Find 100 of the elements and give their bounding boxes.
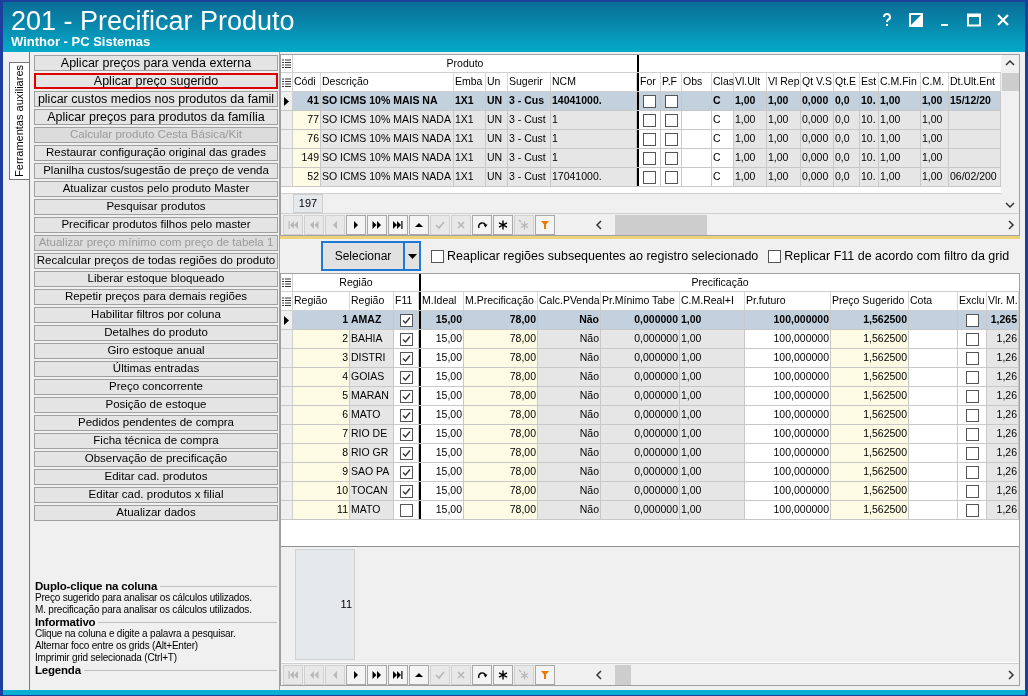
filter-button[interactable]	[535, 664, 555, 685]
select-button[interactable]: Selecionar	[321, 241, 405, 271]
column-header[interactable]: Sugerir	[508, 73, 551, 91]
scroll-up-icon[interactable]	[1005, 59, 1015, 67]
scrollbar-thumb[interactable]	[615, 664, 631, 685]
theme-icon[interactable]	[908, 12, 924, 28]
column-header[interactable]: Descrição	[321, 73, 454, 91]
scroll-left-icon[interactable]	[595, 669, 603, 680]
tool-button[interactable]: Atualizar dados	[34, 505, 278, 521]
column-menu-icon[interactable]	[282, 77, 291, 87]
column-header[interactable]: P.F	[661, 73, 682, 91]
tool-button[interactable]: Aplicar preços para produtos da família	[34, 109, 278, 125]
tool-button[interactable]: Recalcular preços de todas regiões do produto	[34, 253, 278, 269]
column-header[interactable]: Cota	[909, 292, 958, 310]
checkbox[interactable]	[965, 351, 979, 365]
checkbox[interactable]	[965, 427, 979, 441]
checkbox[interactable]	[965, 484, 979, 498]
column-header[interactable]: Pr.Mínimo Tabe	[601, 292, 680, 310]
checkbox[interactable]	[643, 113, 656, 127]
column-menu-icon[interactable]	[282, 59, 291, 68]
tool-button[interactable]: Observação de precificação	[34, 451, 278, 467]
checkbox[interactable]	[664, 94, 678, 108]
table-row[interactable]: 41 SO ICMS 10% MAIS NA 1X1 UN 3 - Cus 14041000. C 1,00 1,00 0,000 0,0 10. 1,00 1,00 15/12/20	[281, 92, 1001, 111]
tool-button[interactable]: Ficha técnica de compra	[34, 433, 278, 449]
column-header[interactable]: Qt.E	[834, 73, 860, 91]
scroll-right-icon[interactable]	[1007, 669, 1015, 680]
last-record-button[interactable]	[388, 214, 408, 235]
close-icon[interactable]	[995, 12, 1011, 28]
column-header[interactable]: Qt V.S	[801, 73, 834, 91]
tool-button[interactable]: Aplicar preços para venda externa	[34, 55, 278, 71]
option-label[interactable]: Replicar F11 de acordo com filtro da grid	[784, 246, 1010, 266]
table-row[interactable]: 5 MARAN 15,00 78,00 Não 0,000000 1,00 100,000000 1,562500 1,26	[281, 387, 1019, 406]
column-header[interactable]: Un	[486, 73, 508, 91]
tool-button[interactable]: Últimas entradas	[34, 361, 278, 377]
column-header[interactable]: C.M.	[921, 73, 949, 91]
tool-button[interactable]: Detalhes do produto	[34, 325, 278, 341]
column-header[interactable]: Est	[860, 73, 879, 91]
column-header[interactable]: Vlr. M.	[987, 292, 1019, 310]
column-header[interactable]: Clas	[712, 73, 734, 91]
checkbox[interactable]	[965, 332, 979, 346]
checkbox[interactable]	[965, 389, 979, 403]
checkbox[interactable]	[643, 170, 656, 184]
vertical-scrollbar[interactable]	[1001, 55, 1019, 213]
tool-button[interactable]: Editar cad. produtos	[34, 469, 278, 485]
edit-record-button[interactable]	[409, 214, 429, 235]
checkbox[interactable]	[399, 484, 413, 498]
scroll-right-icon[interactable]	[1007, 219, 1015, 230]
checkbox[interactable]	[399, 408, 413, 422]
column-header[interactable]: Vl.Ult	[734, 73, 767, 91]
checkbox[interactable]	[399, 313, 413, 327]
tool-button[interactable]: plicar custos medios nos produtos da famil	[34, 91, 278, 107]
checkbox[interactable]	[431, 249, 444, 263]
tool-button[interactable]: Aplicar preço sugerido	[34, 73, 278, 89]
checkbox[interactable]	[664, 151, 678, 165]
column-header[interactable]: For	[639, 73, 661, 91]
checkbox[interactable]	[768, 249, 782, 263]
tool-button[interactable]: Repetir preços para demais regiões	[34, 289, 278, 305]
checkbox[interactable]	[643, 151, 656, 165]
column-header[interactable]: C.M.Real+I	[680, 292, 745, 310]
checkbox[interactable]	[965, 503, 979, 517]
checkbox[interactable]	[965, 408, 979, 422]
column-header[interactable]: C.M.Fin	[879, 73, 921, 91]
next-record-button[interactable]	[346, 664, 366, 685]
side-tab[interactable]: Ferramentas auxiliares	[9, 62, 29, 180]
table-row[interactable]: 1 AMAZ 15,00 78,00 Não 0,000000 1,00 100,000000 1,562500 1,265	[281, 311, 1019, 330]
checkbox[interactable]	[664, 113, 678, 127]
column-header[interactable]: Obs	[682, 73, 712, 91]
table-row[interactable]: 7 RIO DE 15,00 78,00 Não 0,000000 1,00 100,000000 1,562500 1,26	[281, 425, 1019, 444]
table-row[interactable]: 4 GOIAS 15,00 78,00 Não 0,000000 1,00 100,000000 1,562500 1,26	[281, 368, 1019, 387]
column-header[interactable]: Emba	[454, 73, 486, 91]
checkbox[interactable]	[399, 351, 413, 365]
next-page-button[interactable]	[367, 664, 387, 685]
edit-record-button[interactable]	[409, 664, 429, 685]
table-row[interactable]: 2 BAHIA 15,00 78,00 Não 0,000000 1,00 100,000000 1,562500 1,26	[281, 330, 1019, 349]
last-record-button[interactable]	[388, 664, 408, 685]
tool-button[interactable]: Preço concorrente	[34, 379, 278, 395]
column-header[interactable]: M.Precificação	[464, 292, 538, 310]
maximize-icon[interactable]	[966, 12, 982, 28]
scrollbar-thumb[interactable]	[615, 214, 707, 235]
scroll-left-icon[interactable]	[595, 219, 603, 230]
scrollbar-thumb[interactable]	[1001, 73, 1019, 91]
column-header[interactable]: M.Ideal	[421, 292, 464, 310]
tool-button[interactable]: Atualizar custos pelo produto Master	[34, 181, 278, 197]
table-row[interactable]: 11 MATO 15,00 78,00 Não 0,000000 1,00 100,000000 1,562500 1,26	[281, 501, 1019, 520]
tool-button[interactable]: Giro estoque anual	[34, 343, 278, 359]
checkbox[interactable]	[965, 446, 979, 460]
column-menu-icon[interactable]	[282, 278, 291, 287]
checkbox[interactable]	[965, 465, 979, 479]
column-header[interactable]: Exclu	[958, 292, 987, 310]
column-header[interactable]: Códi	[293, 73, 321, 91]
tool-button[interactable]: Liberar estoque bloqueado	[34, 271, 278, 287]
table-row[interactable]: 3 DISTRI 15,00 78,00 Não 0,000000 1,00 100,000000 1,562500 1,26	[281, 349, 1019, 368]
checkbox[interactable]	[399, 465, 413, 479]
column-header[interactable]: Região	[293, 292, 350, 310]
scroll-down-icon[interactable]	[1005, 201, 1015, 209]
column-menu-icon[interactable]	[282, 296, 291, 306]
checkbox[interactable]	[399, 389, 413, 403]
table-row[interactable]: 76 SO ICMS 10% MAIS NADA 1X1 UN 3 - Cust 1 C 1,00 1,00 0,000 0,0 10. 1,00 1,00	[281, 130, 1001, 149]
table-row[interactable]: 9 SAO PA 15,00 78,00 Não 0,000000 1,00 100,000000 1,562500 1,26	[281, 463, 1019, 482]
checkbox[interactable]	[399, 503, 413, 517]
